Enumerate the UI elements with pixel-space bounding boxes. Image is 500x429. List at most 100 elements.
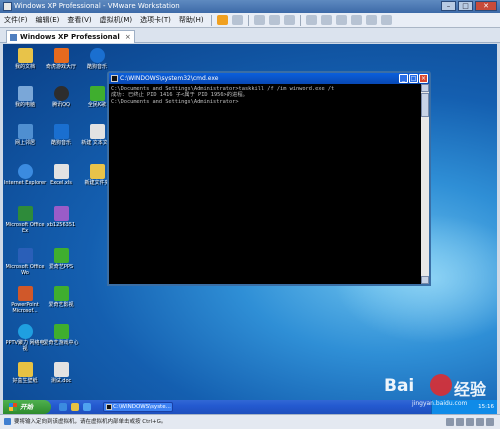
menu-file[interactable]: 文件(F) — [0, 13, 32, 28]
karaoke-icon — [89, 86, 105, 101]
desktop-icon-file[interactable]: xb1256351 — [39, 206, 83, 228]
toolbar-separator — [299, 14, 301, 26]
full-screen-icon[interactable] — [335, 15, 347, 25]
desktop-icon-kugou-2[interactable]: 酷狗音乐 — [75, 48, 119, 70]
revert-snapshot-icon[interactable] — [268, 15, 280, 25]
kugou-icon-2 — [89, 48, 105, 63]
desktop-icon-doc[interactable]: 测试.doc — [39, 362, 83, 384]
pause-icon[interactable] — [216, 15, 228, 25]
cmd-close-button[interactable]: × — [419, 74, 428, 83]
quicklaunch-media-icon[interactable] — [83, 403, 91, 411]
scroll-down-arrow[interactable] — [421, 276, 429, 284]
file-icon — [53, 206, 69, 221]
watermark-site: jingyan.baidu.com — [412, 400, 468, 407]
windows-flag-icon — [9, 403, 17, 411]
cmd-title-bar[interactable]: C:\WINDOWS\system32\cmd.exe _ □ × — [109, 73, 429, 84]
vm-tab-icon — [10, 34, 17, 41]
taskbar-cmd-button[interactable]: C:\WINDOWS\syste... — [103, 402, 173, 412]
word-icon — [17, 248, 33, 263]
guest-desktop[interactable]: 我的文档 我的电脑 网上邻居 Internet Explorer Microso… — [3, 44, 497, 414]
start-button[interactable]: 开始 — [3, 400, 51, 414]
game-hall-icon — [53, 48, 69, 63]
cmd-app-icon — [111, 75, 118, 82]
tab-windows-xp[interactable]: Windows XP Professional × — [6, 30, 135, 43]
minimize-button[interactable]: – — [441, 1, 456, 11]
watermark-brand-cn: 经验 — [454, 380, 487, 399]
maximize-button[interactable]: □ — [458, 1, 473, 11]
library-icon[interactable] — [305, 15, 317, 25]
vmware-app-icon — [3, 2, 12, 11]
console-view-icon[interactable] — [365, 15, 377, 25]
icon-label: 测试.doc — [50, 378, 72, 384]
menu-view[interactable]: 查看(V) — [63, 13, 95, 28]
toolbar-separator — [210, 14, 212, 26]
vmware-tab-strip: Windows XP Professional × — [0, 28, 500, 43]
vmware-window: Windows XP Professional - VMware Worksta… — [0, 0, 500, 429]
icon-label: xb1256351 — [46, 222, 76, 228]
quicklaunch-ie-icon[interactable] — [59, 403, 67, 411]
icon-label: 爱奇艺游戏中心 — [43, 340, 79, 346]
network-icon — [17, 124, 33, 139]
desktop-icon-iqiyi[interactable]: 爱奇艺PPS — [39, 248, 83, 270]
tab-close-icon[interactable]: × — [125, 31, 131, 43]
powerpoint-icon — [17, 286, 33, 301]
baidu-paw-logo — [430, 374, 452, 396]
thumbnail-icon[interactable] — [320, 15, 332, 25]
qq-icon — [53, 86, 69, 101]
task-label: C:\WINDOWS\syste... — [113, 404, 171, 410]
cmd-console-output[interactable]: C:\Documents and Settings\Administrator>… — [109, 84, 421, 284]
menu-help[interactable]: 帮助(H) — [175, 13, 208, 28]
folder-icon — [89, 164, 105, 179]
baidu-jingyan-watermark: Bai 经验 jingyan.baidu.com — [382, 372, 497, 412]
computer-icon — [17, 86, 33, 101]
iqiyi-icon — [53, 248, 69, 263]
folder-docs-icon — [17, 48, 33, 63]
icon-label: 爱奇艺PPS — [48, 264, 74, 270]
desktop-icon-iqiyi-game[interactable]: 爱奇艺游戏中心 — [39, 324, 83, 346]
start-label: 开始 — [20, 403, 33, 411]
network-adapter-icon[interactable] — [466, 418, 474, 426]
tab-label: Windows XP Professional — [20, 33, 120, 41]
status-text: 要将输入定向到该虚拟机，请在虚拟机内部单击或按 Ctrl+G。 — [14, 419, 167, 425]
info-icon — [4, 418, 11, 425]
iqiyi-video-icon — [53, 286, 69, 301]
vmware-title-bar: Windows XP Professional - VMware Worksta… — [0, 0, 500, 13]
unity-icon[interactable] — [350, 15, 362, 25]
snapshot-manager-icon[interactable] — [283, 15, 295, 25]
toolbar-separator — [247, 14, 249, 26]
cd-rom-icon[interactable] — [456, 418, 464, 426]
menu-tabs[interactable]: 选项卡(T) — [136, 13, 175, 28]
doc-file-icon — [53, 362, 69, 377]
icon-label: 爱奇艺影视 — [48, 302, 74, 308]
cmd-window[interactable]: C:\WINDOWS\system32\cmd.exe _ □ × C:\Doc… — [107, 71, 431, 286]
vmware-title: Windows XP Professional - VMware Worksta… — [14, 2, 180, 10]
usb-icon[interactable] — [476, 418, 484, 426]
scroll-thumb[interactable] — [421, 93, 429, 117]
cmd-scrollbar[interactable] — [421, 84, 429, 284]
vmware-status-bar: 要将输入定向到该虚拟机，请在虚拟机内部单击或按 Ctrl+G。 — [0, 414, 500, 429]
text-file-icon — [89, 124, 105, 139]
snapshot-icon[interactable] — [253, 15, 265, 25]
cmd-minimize-button[interactable]: _ — [399, 74, 408, 83]
menu-vm[interactable]: 虚拟机(M) — [96, 13, 137, 28]
xls-file-icon — [53, 164, 69, 179]
scroll-up-arrow[interactable] — [421, 84, 429, 92]
kugou-icon — [53, 124, 69, 139]
quicklaunch-desktop-icon[interactable] — [71, 403, 79, 411]
vmware-menu-bar: 文件(F) 编辑(E) 查看(V) 虚拟机(M) 选项卡(T) 帮助(H) — [0, 13, 500, 28]
iqiyi-game-icon — [53, 324, 69, 339]
pptv-icon — [17, 324, 33, 339]
cmd-maximize-button[interactable]: □ — [409, 74, 418, 83]
console-prompt: C:\Documents and Settings\Administrator> — [111, 98, 239, 105]
close-button[interactable]: ✕ — [475, 1, 497, 11]
menu-edit[interactable]: 编辑(E) — [32, 13, 64, 28]
cmd-task-icon — [106, 404, 112, 410]
hard-disk-icon[interactable] — [446, 418, 454, 426]
wallpaper-icon — [17, 362, 33, 377]
watermark-brand: Bai — [384, 376, 415, 396]
send-keys-icon[interactable] — [231, 15, 243, 25]
stretch-guest-icon[interactable] — [380, 15, 392, 25]
ie-icon — [17, 164, 33, 179]
desktop-icon-iqiyi-video[interactable]: 爱奇艺影视 — [39, 286, 83, 308]
sound-icon[interactable] — [486, 418, 494, 426]
